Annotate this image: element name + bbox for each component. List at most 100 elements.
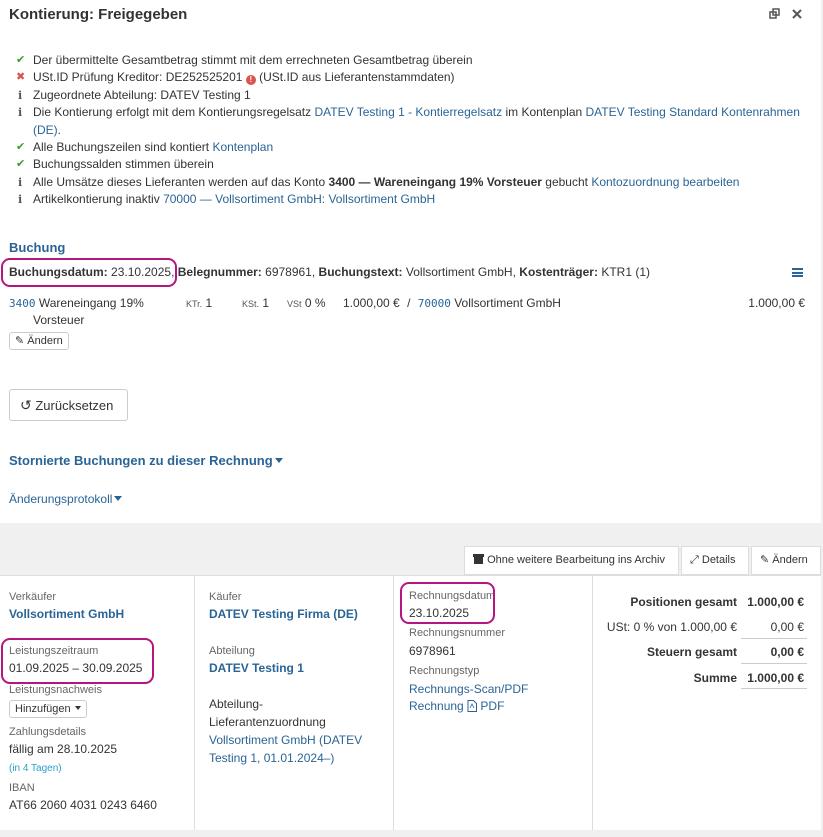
validation-link[interactable]: 70000 — Vollsortiment GmbH: Vollsortimen…: [163, 192, 435, 206]
check-icon: ✔: [16, 54, 26, 66]
vst-value: 0 %: [304, 296, 326, 310]
account-name: Wareneingang 19%: [38, 296, 144, 310]
iban-value: AT66 2060 4031 0243 6460: [9, 798, 157, 812]
caret-down-icon: [274, 458, 283, 463]
reset-button[interactable]: ↺ Zurücksetzen: [9, 389, 128, 421]
menu-icon[interactable]: [792, 268, 803, 277]
info-icon: i: [18, 175, 23, 189]
belegnummer-value: 6978961,: [265, 265, 316, 279]
account-number[interactable]: 3400: [9, 297, 36, 310]
popout-icon[interactable]: [769, 8, 781, 20]
undo-icon: ↺: [20, 397, 32, 413]
booking-line-account: 3400 Wareneingang 19% Vorsteuer: [9, 296, 144, 327]
invoice-pdf-link[interactable]: Rechnung PDF: [409, 699, 504, 713]
validation-text-part: Der übermittelte Gesamtbetrag stimmt mit…: [33, 53, 473, 67]
invoice-scan-link[interactable]: Rechnungs-Scan/PDF: [409, 682, 528, 696]
booking-line-ktr: KTr. 1: [186, 296, 212, 310]
proof-add-label: Hinzufügen: [15, 703, 71, 715]
info-icon: i: [18, 106, 23, 120]
totals-divider: [741, 663, 807, 664]
department-value[interactable]: DATEV Testing 1: [209, 661, 304, 675]
protokoll-label: Änderungsprotokoll: [9, 492, 113, 506]
highlight-leistungszeitraum: [1, 638, 154, 684]
details-button[interactable]: ⤢ Details: [681, 546, 749, 575]
assignment-label-cont: Lieferantenzuordnung: [209, 715, 326, 729]
validation-text-part: im Kontenplan: [502, 105, 586, 120]
validation-text: Die Kontierung erfolgt mit dem Kontierun…: [33, 104, 816, 139]
line-separator: /: [407, 296, 411, 310]
seller-label: Verkäufer: [9, 591, 57, 603]
iban-label: IBAN: [9, 782, 35, 794]
kst-value: 1: [262, 296, 270, 310]
info-icon: i: [18, 88, 23, 102]
validation-link[interactable]: Kontenplan: [212, 140, 273, 154]
validation-text-part: 3400 — Wareneingang 19% Vorsteuer: [328, 174, 542, 189]
validation-link[interactable]: Kontozuordnung bearbeiten: [591, 175, 739, 189]
protokoll-toggle[interactable]: Änderungsprotokoll: [9, 492, 123, 506]
validation-text-part: (USt.ID aus Lieferantenstammdaten): [255, 70, 455, 85]
info-icon: i: [18, 193, 23, 207]
positions-total-label: Positionen gesamt: [630, 595, 737, 609]
assignment-link[interactable]: Vollsortiment GmbH (DATEV: [209, 733, 362, 747]
belegnummer-label: Belegnummer:: [177, 265, 262, 279]
contra-account-number[interactable]: 70000: [418, 297, 451, 310]
highlight-buchungsdatum: [1, 258, 177, 287]
kst-label: KSt.: [242, 299, 260, 309]
edit-button[interactable]: ✎ Ändern: [751, 546, 821, 575]
edit-label: Ändern: [772, 554, 808, 566]
pencil-icon: ✎: [760, 554, 770, 566]
tax-total-label: Steuern gesamt: [646, 645, 737, 659]
buchung-heading: Buchung: [9, 240, 66, 255]
check-icon: ✔: [16, 141, 26, 154]
details-label: Details: [701, 554, 736, 566]
validation-text-part: gebucht: [541, 174, 592, 189]
vat-label: USt: 0 % von 1.000,00 €: [606, 620, 737, 634]
highlight-rechnungsdatum: [400, 582, 495, 624]
assignment-link-cont[interactable]: Testing 1, 01.01.2024–): [209, 751, 334, 765]
archive-label: Ohne weitere Bearbeitung ins Archiv: [487, 554, 665, 566]
archive-button[interactable]: Ohne weitere Bearbeitung ins Archiv: [464, 546, 679, 575]
column-divider: [592, 575, 593, 830]
validation-text: Buchungssalden stimmen überein: [33, 156, 214, 173]
check-icon: ✔: [16, 158, 26, 171]
totals-divider: [741, 688, 807, 689]
validation-text: Zugeordnete Abteilung: DATEV Testing 1: [33, 87, 251, 104]
buchungstext-label: Buchungstext:: [318, 265, 403, 279]
booking-line-vst: VSt 0 %: [287, 296, 326, 310]
edit-line-label: Ändern: [27, 335, 63, 347]
validation-text-part: Artikelkontierung inaktiv: [33, 192, 164, 207]
line-amount-right: 1.000,00 €: [748, 296, 805, 310]
booking-line-amount: 1.000,00 € / 70000 Vollsortiment GmbH: [343, 296, 561, 310]
department-label: Abteilung: [209, 645, 255, 657]
pencil-icon: ✎: [15, 335, 25, 347]
booking-line-kst: KSt. 1: [242, 296, 269, 310]
column-divider: [393, 575, 394, 830]
close-icon[interactable]: [791, 8, 803, 20]
ktr-value: 1: [205, 296, 213, 310]
edit-line-button[interactable]: ✎ Ändern: [9, 332, 69, 350]
validation-text-part: Buchungssalden stimmen überein: [33, 157, 214, 172]
pdf-icon: [467, 699, 478, 713]
storniert-toggle[interactable]: Stornierte Buchungen zu dieser Rechnung: [9, 453, 283, 468]
archive-icon: [473, 554, 484, 566]
validation-list: ✔ Der übermittelte Gesamtbetrag stimmt mi…: [16, 52, 816, 209]
warning-icon: !: [245, 75, 256, 86]
totals-divider: [741, 638, 807, 639]
invoice-pdf-text: Rechnung: [409, 699, 464, 713]
buyer-column: Käufer DATEV Testing Firma (DE) Abteilun…: [209, 575, 389, 830]
buyer-name[interactable]: DATEV Testing Firma (DE): [209, 607, 358, 621]
validation-link[interactable]: DATEV Testing 1 - Kontierregelsatz: [314, 105, 502, 119]
storniert-label: Stornierte Buchungen zu dieser Rechnung: [9, 453, 273, 468]
expand-icon: ⤢: [690, 554, 699, 566]
validation-item: i Artikelkontierung inaktiv 70000 — Volls…: [16, 191, 816, 208]
page-title: Kontierung: Freigegeben: [9, 6, 188, 23]
divider-bar: [0, 523, 823, 546]
kostentraeger-value: KTR1 (1): [601, 265, 650, 279]
buchungstext-value: Vollsortiment GmbH,: [405, 265, 516, 279]
contra-account-name: Vollsortiment GmbH: [454, 296, 561, 310]
seller-name[interactable]: Vollsortiment GmbH: [9, 607, 124, 621]
invoice-type-label: Rechnungstyp: [409, 665, 480, 677]
validation-item: ✔ Buchungssalden stimmen überein: [16, 156, 816, 173]
validation-text-part: .: [57, 122, 62, 137]
proof-add-dropdown[interactable]: Hinzufügen: [9, 700, 87, 718]
